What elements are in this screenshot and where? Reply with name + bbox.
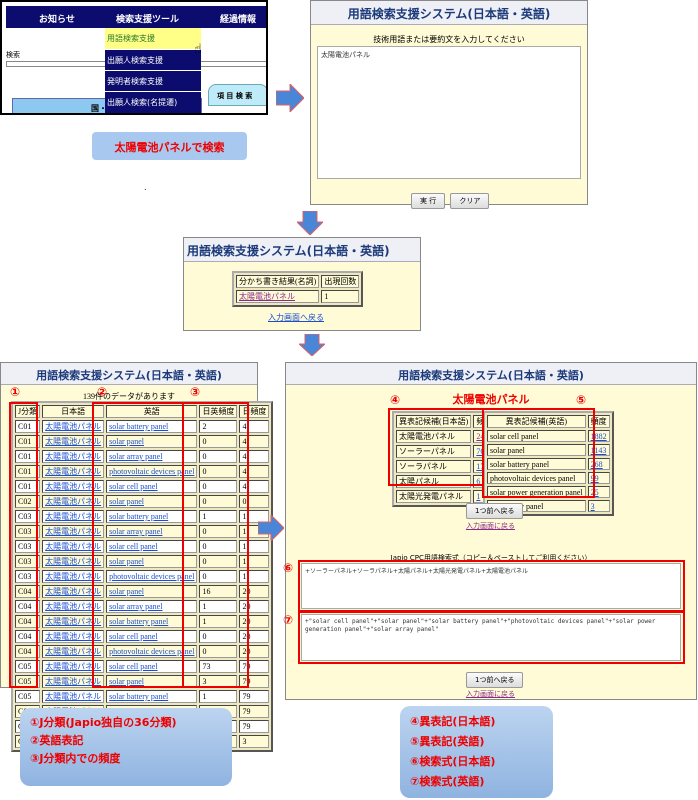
legend-english: ②英語表記 bbox=[30, 734, 84, 747]
nav-news[interactable]: お知らせ bbox=[39, 12, 75, 25]
nav-search-tools[interactable]: 検索支援ツール bbox=[116, 12, 179, 25]
list-title: 用語検索支援システム(日本語・英語) bbox=[1, 363, 257, 385]
legend-frequency: ③J分類内での頻度 bbox=[30, 752, 121, 765]
en-freq-cell: 3 bbox=[587, 500, 610, 512]
arrow-right-icon bbox=[258, 515, 284, 541]
tab-item-search[interactable]: 項 目 検 索 bbox=[208, 84, 266, 106]
ja-variant-cell: 太陽光発電パネル bbox=[396, 490, 472, 503]
japanese-cell: 太陽電池パネル bbox=[42, 690, 105, 703]
j-freq-cell: 3 bbox=[239, 735, 270, 748]
input-buttons: 実 行 クリア bbox=[411, 188, 490, 209]
nav-bar: お知らせ 検索支援ツール 経過情報 bbox=[6, 6, 266, 28]
legend-ja-variant: ④異表記(日本語) bbox=[410, 715, 496, 728]
jclass-cell: C05 bbox=[15, 690, 41, 703]
english-link[interactable]: solar battery panel bbox=[109, 692, 168, 701]
marker-4: ④ bbox=[390, 393, 401, 407]
arrow-down-icon bbox=[297, 211, 323, 235]
header-count: 出現回数 bbox=[321, 275, 360, 288]
marker-6: ⑥ bbox=[283, 561, 294, 575]
j-freq-cell: 79 bbox=[239, 720, 270, 733]
menu-item-inventor-search[interactable]: 発明者検索支援 bbox=[105, 71, 201, 92]
english-cell: solar battery panel bbox=[106, 690, 198, 703]
search-label: 検索 bbox=[6, 51, 20, 59]
arrow-down-icon bbox=[299, 334, 325, 356]
marker-2: ② bbox=[97, 385, 108, 399]
menu-item-applicant-search[interactable]: 出願人検索支援 bbox=[105, 50, 201, 71]
je-freq-cell: 1 bbox=[199, 690, 238, 703]
japanese-link[interactable]: 太陽電池パネル bbox=[45, 692, 101, 701]
back-button[interactable]: 1つ前へ戻る bbox=[466, 503, 524, 519]
split-screen: 用語検索支援システム(日本語・英語) 分かち書き結果(名詞) 出現回数 太陽電池パ… bbox=[183, 237, 421, 331]
input-title: 用語検索支援システム(日本語・英語) bbox=[311, 1, 587, 25]
table-row: C05 太陽電池パネル solar battery panel 1 79 bbox=[15, 690, 270, 703]
list-screen: 用語検索支援システム(日本語・英語) 139件のデータがあります J分類 日本語… bbox=[0, 362, 274, 752]
j-freq-cell: 79 bbox=[239, 690, 270, 703]
highlight-en-variant bbox=[482, 408, 595, 498]
split-title: 用語検索支援システム(日本語・英語) bbox=[184, 238, 420, 262]
variant-screen: 用語検索支援システム(日本語・英語) 太陽電池パネル 異表記候補(日本語)頻度 … bbox=[283, 362, 697, 700]
term-textarea[interactable]: 太陽電池パネル bbox=[317, 46, 581, 179]
table-row: 太陽光発電パネル 1 bbox=[396, 490, 496, 503]
back-to-input-link[interactable]: 入力画面に戻る bbox=[466, 521, 515, 531]
back-to-input-link-bottom[interactable]: 入力画面に戻る bbox=[466, 689, 515, 699]
highlight-frequency bbox=[182, 402, 249, 688]
highlight-formula-en bbox=[298, 611, 685, 664]
legend-formula-en: ⑦検索式(英語) bbox=[410, 775, 485, 788]
ja-freq-link[interactable]: 1 bbox=[476, 492, 480, 501]
arrow-right-icon bbox=[276, 84, 304, 112]
menu-item-term-search[interactable]: 用語検索支援 bbox=[105, 28, 201, 50]
j-freq-cell: 79 bbox=[239, 705, 270, 718]
highlight-jclass bbox=[9, 402, 38, 688]
hand-cursor-icon: ☝ bbox=[194, 42, 202, 57]
legend-jclass: ①J分類(Japio独自の36分類) bbox=[30, 716, 177, 729]
term-link[interactable]: 太陽電池パネル bbox=[239, 292, 295, 301]
dot: . bbox=[144, 183, 147, 192]
nav-progress[interactable]: 経過情報 bbox=[220, 12, 256, 25]
split-table: 分かち書き結果(名詞) 出現回数 太陽電池パネル 1 bbox=[232, 271, 364, 307]
marker-5: ⑤ bbox=[576, 393, 587, 407]
menu-item-applicant-name[interactable]: 出願人検索(名提遷) bbox=[105, 92, 201, 113]
marker-3: ③ bbox=[190, 385, 201, 399]
header-term: 分かち書き結果(名詞) bbox=[236, 275, 320, 288]
portal-screenshot: お知らせ 検索支援ツール 経過情報 検索 国・公報 項 目 検 索 用語検索支援… bbox=[0, 0, 268, 115]
highlight-english bbox=[92, 402, 184, 688]
highlight-ja-variant bbox=[388, 408, 484, 486]
input-prompt: 技術用語または要約文を入力してください bbox=[373, 35, 525, 44]
marker-1: ① bbox=[10, 385, 21, 399]
clear-button[interactable]: クリア bbox=[450, 193, 490, 209]
legend-en-variant: ⑤異表記(英語) bbox=[410, 735, 485, 748]
count-cell: 1 bbox=[321, 290, 360, 303]
marker-7: ⑦ bbox=[283, 613, 294, 627]
search-term-heading: 太陽電池パネル bbox=[452, 393, 530, 406]
input-screen: 用語検索支援システム(日本語・英語) 技術用語または要約文を入力してください 太… bbox=[310, 0, 588, 209]
search-callout: 太陽電池パネルで検索 bbox=[92, 132, 247, 160]
highlight-formula-ja bbox=[298, 560, 685, 612]
back-button-bottom[interactable]: 1つ前へ戻る bbox=[466, 672, 524, 688]
run-button[interactable]: 実 行 bbox=[411, 193, 446, 209]
variant-title: 用語検索支援システム(日本語・英語) bbox=[286, 363, 696, 385]
legend-formula-ja: ⑥検索式(日本語) bbox=[410, 755, 496, 768]
legend-right: ④異表記(日本語) ⑤異表記(英語) ⑥検索式(日本語) ⑦検索式(英語) bbox=[400, 706, 553, 798]
en-freq-link[interactable]: 3 bbox=[591, 502, 595, 511]
legend-left: ①J分類(Japio独自の36分類) ②英語表記 ③J分類内での頻度 bbox=[20, 708, 232, 786]
dropdown-menu: 用語検索支援 出願人検索支援 発明者検索支援 出願人検索(名提遷) bbox=[105, 28, 201, 113]
back-to-input-link[interactable]: 入力画面へ戻る bbox=[268, 312, 324, 323]
